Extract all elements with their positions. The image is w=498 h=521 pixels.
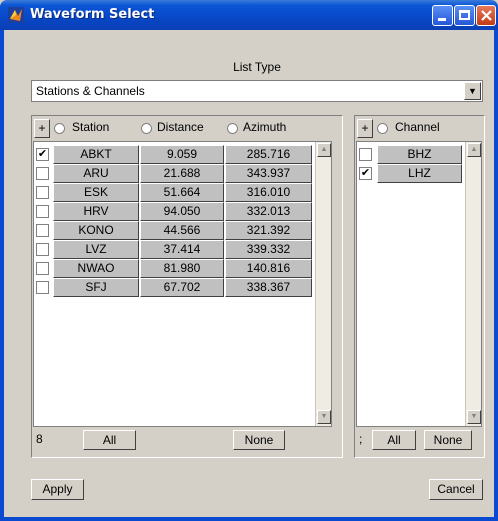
window-frame-left [0, 30, 4, 521]
station-azimuth-cell[interactable]: 321.392 [225, 221, 312, 240]
station-checkbox[interactable] [36, 186, 49, 199]
station-name-cell[interactable]: ARU [53, 164, 139, 183]
station-checkbox[interactable] [36, 281, 49, 294]
list-type-label: List Type [233, 60, 281, 74]
channel-checkbox[interactable]: ✔ [359, 167, 372, 180]
window-frame-bottom [0, 517, 498, 521]
stations-add-button[interactable]: + [34, 119, 50, 138]
sort-station-label: Station [72, 120, 110, 134]
channel-checkbox[interactable] [359, 148, 372, 161]
channel-name-cell[interactable]: BHZ [377, 145, 462, 164]
scroll-down-icon[interactable]: ▼ [467, 410, 481, 424]
scroll-down-icon[interactable]: ▼ [317, 410, 331, 424]
sort-azimuth-label: Azimuth [243, 120, 287, 134]
station-checkbox[interactable] [36, 205, 49, 218]
channel-name-cell[interactable]: LHZ [377, 164, 462, 183]
minimize-icon [438, 18, 446, 21]
channels-all-button[interactable]: All [372, 430, 416, 450]
minimize-button[interactable] [432, 5, 453, 26]
station-distance-cell[interactable]: 51.664 [140, 183, 224, 202]
list-type-value: Stations & Channels [36, 84, 145, 98]
sort-channel-radio[interactable] [377, 123, 388, 134]
apply-button[interactable]: Apply [31, 479, 84, 500]
station-checkbox[interactable]: ✔ [36, 148, 49, 161]
channels-list[interactable] [356, 141, 482, 427]
station-name-cell[interactable]: ABKT [53, 145, 139, 164]
station-name-cell[interactable]: ESK [53, 183, 139, 202]
station-name-cell[interactable]: LVZ [53, 240, 139, 259]
close-button[interactable] [476, 5, 496, 26]
stations-scrollbar[interactable]: ▲ ▼ [315, 142, 331, 426]
station-azimuth-cell[interactable]: 140.816 [225, 259, 312, 278]
station-distance-cell[interactable]: 44.566 [140, 221, 224, 240]
station-name-cell[interactable]: KONO [53, 221, 139, 240]
maximize-button[interactable] [454, 5, 475, 26]
station-checkbox[interactable] [36, 167, 49, 180]
station-distance-cell[interactable]: 81.980 [140, 259, 224, 278]
station-name-cell[interactable]: HRV [53, 202, 139, 221]
channels-count: ; [359, 432, 363, 446]
scroll-up-icon[interactable]: ▲ [317, 143, 331, 157]
station-distance-cell[interactable]: 9.059 [140, 145, 224, 164]
close-icon [481, 10, 492, 21]
station-azimuth-cell[interactable]: 316.010 [225, 183, 312, 202]
station-azimuth-cell[interactable]: 332.013 [225, 202, 312, 221]
station-distance-cell[interactable]: 21.688 [140, 164, 224, 183]
station-azimuth-cell[interactable]: 285.716 [225, 145, 312, 164]
matlab-app-icon [8, 7, 24, 23]
stations-all-button[interactable]: All [83, 430, 136, 450]
sort-channel-label: Channel [395, 120, 440, 134]
channels-none-button[interactable]: None [424, 430, 472, 450]
scroll-up-icon[interactable]: ▲ [467, 143, 481, 157]
dropdown-arrow-icon[interactable]: ▼ [464, 82, 481, 100]
station-name-cell[interactable]: NWAO [53, 259, 139, 278]
station-distance-cell[interactable]: 67.702 [140, 278, 224, 297]
sort-distance-radio[interactable] [141, 123, 152, 134]
cancel-button[interactable]: Cancel [429, 479, 483, 500]
window-title: Waveform Select [30, 7, 155, 22]
maximize-icon [459, 10, 470, 20]
stations-count: 8 [36, 432, 43, 446]
channels-add-button[interactable]: + [357, 119, 373, 138]
list-type-dropdown[interactable]: Stations & Channels ▼ [31, 80, 483, 102]
sort-station-radio[interactable] [54, 123, 65, 134]
sort-azimuth-radio[interactable] [227, 123, 238, 134]
station-azimuth-cell[interactable]: 338.367 [225, 278, 312, 297]
station-azimuth-cell[interactable]: 339.332 [225, 240, 312, 259]
station-distance-cell[interactable]: 37.414 [140, 240, 224, 259]
station-name-cell[interactable]: SFJ [53, 278, 139, 297]
stations-none-button[interactable]: None [233, 430, 285, 450]
station-checkbox[interactable] [36, 262, 49, 275]
station-checkbox[interactable] [36, 243, 49, 256]
station-checkbox[interactable] [36, 224, 49, 237]
window-frame-right [494, 30, 498, 521]
station-azimuth-cell[interactable]: 343.937 [225, 164, 312, 183]
station-distance-cell[interactable]: 94.050 [140, 202, 224, 221]
sort-distance-label: Distance [157, 120, 204, 134]
channels-scrollbar[interactable]: ▲ ▼ [465, 142, 481, 426]
